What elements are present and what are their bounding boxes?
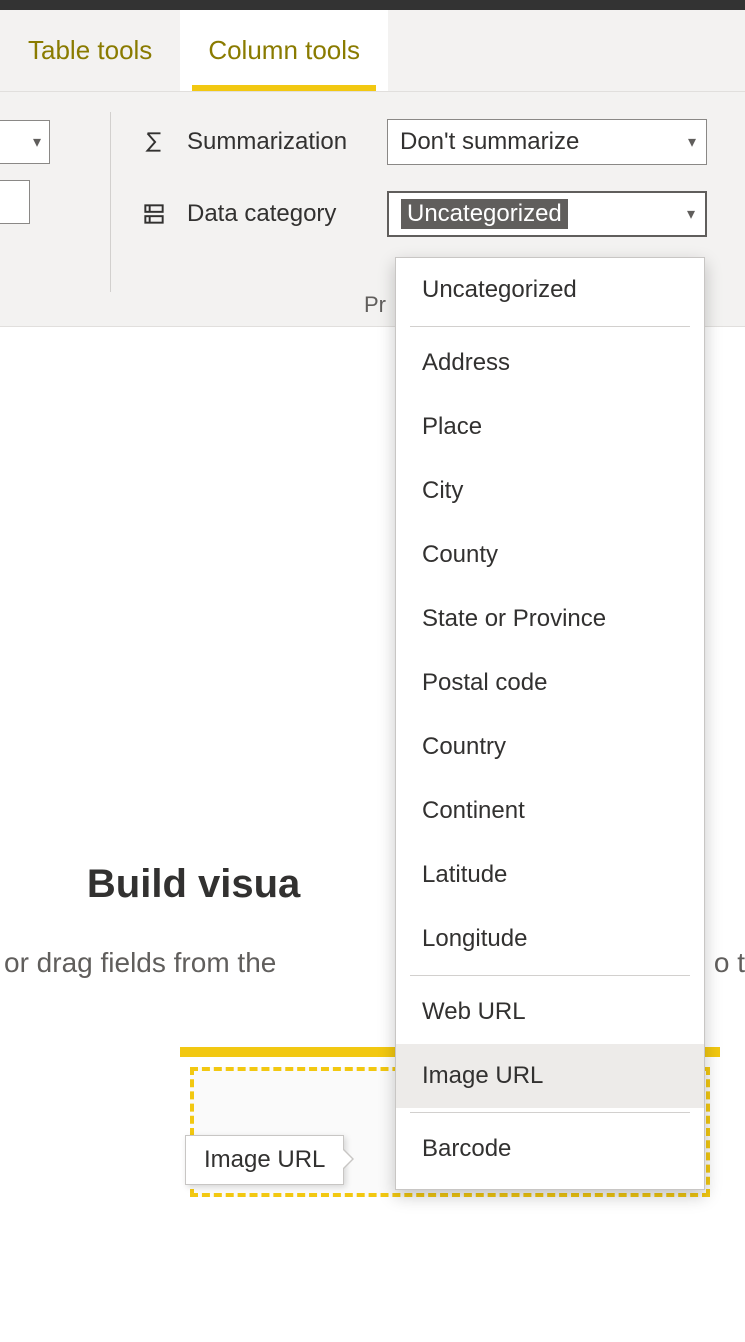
menu-separator bbox=[410, 326, 690, 327]
menu-item-label: Image URL bbox=[422, 1062, 543, 1089]
menu-item-image-url[interactable]: Image URL bbox=[396, 1044, 704, 1108]
chevron-down-icon: ▾ bbox=[687, 204, 695, 224]
menu-item-city[interactable]: City bbox=[396, 459, 704, 523]
menu-item-label: Barcode bbox=[422, 1135, 511, 1162]
canvas-subtext-right: o t bbox=[706, 947, 745, 979]
truncated-dropdown[interactable]: ▾ bbox=[0, 120, 50, 164]
menu-item-place[interactable]: Place bbox=[396, 395, 704, 459]
menu-item-label: Country bbox=[422, 733, 506, 760]
menu-item-label: State or Province bbox=[422, 605, 606, 632]
menu-item-label: Address bbox=[422, 349, 510, 376]
group-caption: Pr bbox=[364, 292, 386, 318]
tab-label: Column tools bbox=[208, 35, 360, 66]
data-category-dropdown[interactable]: Uncategorized ▾ bbox=[387, 191, 707, 237]
chevron-down-icon: ▾ bbox=[33, 132, 41, 152]
menu-item-barcode[interactable]: Barcode bbox=[396, 1117, 704, 1181]
menu-item-continent[interactable]: Continent bbox=[396, 779, 704, 843]
menu-separator bbox=[410, 1112, 690, 1113]
menu-item-longitude[interactable]: Longitude bbox=[396, 907, 704, 971]
summarization-label: Summarization bbox=[187, 128, 387, 156]
menu-item-label: Longitude bbox=[422, 925, 527, 952]
menu-item-latitude[interactable]: Latitude bbox=[396, 843, 704, 907]
menu-item-label: Postal code bbox=[422, 669, 547, 696]
data-category-label: Data category bbox=[187, 200, 387, 228]
summarization-row: Summarization Don't summarize ▾ bbox=[139, 112, 745, 172]
category-icon bbox=[139, 199, 169, 229]
sigma-icon bbox=[139, 127, 169, 157]
menu-item-label: Continent bbox=[422, 797, 525, 824]
truncated-control[interactable] bbox=[0, 180, 30, 224]
menu-item-label: Web URL bbox=[422, 998, 526, 1025]
tab-column-tools[interactable]: Column tools bbox=[180, 10, 388, 91]
menu-item-county[interactable]: County bbox=[396, 523, 704, 587]
heading-fragment-left: Build visua bbox=[87, 862, 300, 906]
tab-label: Table tools bbox=[28, 35, 152, 66]
menu-item-label: City bbox=[422, 477, 463, 504]
summarization-dropdown[interactable]: Don't summarize ▾ bbox=[387, 119, 707, 165]
data-category-row: Data category Uncategorized ▾ bbox=[139, 184, 745, 244]
chevron-down-icon: ▾ bbox=[688, 132, 696, 152]
data-category-menu: Uncategorized Address Place City County … bbox=[395, 257, 705, 1190]
menu-item-label: Place bbox=[422, 413, 482, 440]
summarization-value: Don't summarize bbox=[400, 128, 579, 156]
menu-item-web-url[interactable]: Web URL bbox=[396, 980, 704, 1044]
ribbon-tabbar: Table tools Column tools bbox=[0, 10, 745, 92]
data-category-value: Uncategorized bbox=[401, 199, 568, 229]
window-titlebar bbox=[0, 0, 745, 10]
menu-separator bbox=[410, 975, 690, 976]
tooltip: Image URL bbox=[185, 1135, 344, 1185]
tab-table-tools[interactable]: Table tools bbox=[0, 10, 180, 91]
menu-item-state-or-province[interactable]: State or Province bbox=[396, 587, 704, 651]
menu-item-postal-code[interactable]: Postal code bbox=[396, 651, 704, 715]
tooltip-text: Image URL bbox=[204, 1146, 325, 1173]
menu-item-label: County bbox=[422, 541, 498, 568]
menu-item-label: Latitude bbox=[422, 861, 507, 888]
menu-item-label: Uncategorized bbox=[422, 276, 577, 303]
menu-item-address[interactable]: Address bbox=[396, 331, 704, 395]
menu-item-country[interactable]: Country bbox=[396, 715, 704, 779]
menu-item-uncategorized[interactable]: Uncategorized bbox=[396, 258, 704, 322]
